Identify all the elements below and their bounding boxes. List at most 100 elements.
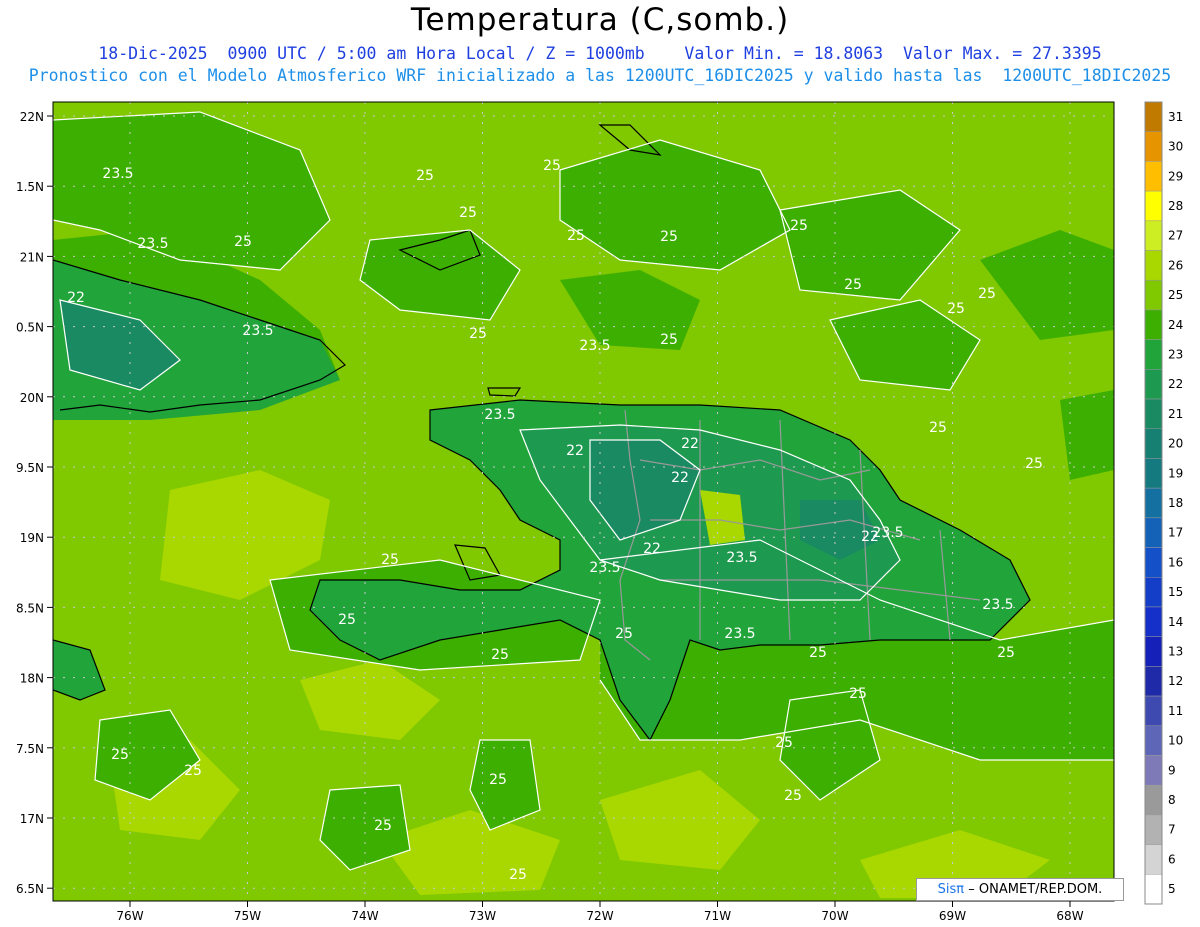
- contour-label: 25: [849, 686, 867, 702]
- colorbar-label: 5: [1168, 882, 1176, 896]
- colorbar-label: 7: [1168, 823, 1176, 837]
- contour-label: 25: [844, 277, 862, 293]
- colorbar-label: 11: [1168, 704, 1183, 718]
- colorbar-swatch: [1144, 695, 1163, 727]
- contour-label: 22: [67, 290, 85, 306]
- contour-label: 25: [416, 168, 434, 184]
- colorbar-label: 25: [1168, 288, 1183, 302]
- contour-label: 22: [566, 443, 584, 459]
- contour-label: 25: [997, 645, 1015, 661]
- contour-label: 22: [671, 470, 689, 486]
- colorbar-label: 20: [1168, 437, 1183, 451]
- credit-box: Sisπ – ONAMET/REP.DOM.: [916, 878, 1124, 901]
- colorbar-swatch: [1144, 369, 1163, 400]
- lon-label: 71W: [704, 909, 731, 923]
- contour-label: 23.5: [579, 338, 610, 354]
- contour-label: 22: [643, 541, 661, 557]
- contour-label: 25: [978, 286, 996, 302]
- contour-label: 25: [111, 747, 129, 763]
- credit-brand: Sisπ: [937, 882, 965, 897]
- lon-label: 74W: [351, 909, 378, 923]
- lat-label: 18N: [20, 672, 44, 686]
- colorbar-swatch: [1144, 725, 1163, 756]
- colorbar-swatch: [1144, 279, 1163, 311]
- contour-label: 25: [374, 818, 392, 834]
- lon-label: 76W: [116, 909, 143, 923]
- colorbar-label: 17: [1168, 526, 1183, 540]
- credit-text: – ONAMET/REP.DOM.: [968, 882, 1103, 897]
- lat-label: 21N: [20, 250, 44, 264]
- lon-label: 69W: [939, 909, 966, 923]
- contour-label: 25: [381, 552, 399, 568]
- colorbar-label: 19: [1168, 466, 1183, 480]
- colorbar-swatch: [1144, 874, 1163, 905]
- contour-label: 23.5: [726, 550, 757, 566]
- contour-label: 25: [489, 772, 507, 788]
- lon-label: 70W: [821, 909, 848, 923]
- colorbar-swatch: [1144, 814, 1163, 845]
- contour-label: 25: [775, 735, 793, 751]
- contour-label: 25: [567, 228, 585, 244]
- colorbar-label: 13: [1168, 645, 1183, 659]
- contour-label: 23.5: [242, 323, 273, 339]
- lon-label: 75W: [234, 909, 261, 923]
- contour-label: 25: [509, 867, 527, 883]
- colorbar-label: 10: [1168, 734, 1183, 748]
- colorbar-label: 24: [1168, 318, 1183, 332]
- colorbar-swatch: [1144, 101, 1163, 132]
- contour-label: 25: [543, 158, 561, 174]
- contour-label: 25: [491, 647, 509, 663]
- temperature-map: 23.5 25 23.5 25 25 25 25 25 25 22 23.5 25 23.5 25 25 25…: [16, 101, 1183, 923]
- colorbar-swatch: [1144, 666, 1163, 697]
- lon-label: 73W: [469, 909, 496, 923]
- lat-label: 8.5N: [16, 601, 44, 615]
- contour-label: 23.5: [484, 407, 515, 423]
- lat-label: 22N: [20, 110, 44, 124]
- colorbar-swatch: [1144, 636, 1163, 667]
- lat-label: 0.5N: [16, 321, 44, 335]
- lat-label: 17N: [20, 812, 44, 826]
- colorbar-swatch: [1144, 398, 1163, 429]
- colorbar-swatch: [1144, 755, 1163, 786]
- colorbar-label: 16: [1168, 555, 1183, 569]
- latitude-axis: 22N 1.5N 21N 0.5N 20N 9.5N 19N 8.5N 18N 7.5N 17N 6.…: [16, 110, 53, 896]
- colorbar-label: 26: [1168, 258, 1183, 272]
- colorbar: 31 30 29 28 27 26 25 24 23 22 21 20 19 18 17 16 15 14 13 12…: [1144, 101, 1183, 905]
- colorbar-label: 8: [1168, 793, 1176, 807]
- lat-label: 20N: [20, 391, 44, 405]
- lon-label: 72W: [586, 909, 613, 923]
- colorbar-swatch: [1144, 577, 1163, 608]
- lat-label: 19N: [20, 531, 44, 545]
- colorbar-swatch: [1144, 131, 1163, 162]
- colorbar-swatch: [1144, 517, 1163, 548]
- colorbar-label: 12: [1168, 674, 1183, 688]
- colorbar-label: 18: [1168, 496, 1183, 510]
- colorbar-swatch: [1144, 606, 1163, 637]
- contour-label: 25: [469, 326, 487, 342]
- contour-label: 25: [660, 332, 678, 348]
- contour-label: 23.5: [982, 597, 1013, 613]
- contour-label: 23.5: [589, 560, 620, 576]
- longitude-axis: 76W 75W 74W 73W 72W 71W 70W 69W 68W: [116, 901, 1084, 923]
- colorbar-label: 30: [1168, 140, 1183, 154]
- lat-label: 9.5N: [16, 461, 44, 475]
- contour-label: 25: [929, 420, 947, 436]
- lat-label: 1.5N: [16, 180, 44, 194]
- lon-label: 68W: [1056, 909, 1083, 923]
- colorbar-label: 14: [1168, 615, 1183, 629]
- colorbar-swatch: [1144, 784, 1163, 816]
- lat-label: 7.5N: [16, 742, 44, 756]
- lat-label: 6.5N: [16, 882, 44, 896]
- colorbar-swatch: [1144, 458, 1163, 489]
- colorbar-swatch: [1144, 309, 1163, 340]
- contour-label: 22: [681, 436, 699, 452]
- contour-label: 23.5: [137, 236, 168, 252]
- colorbar-swatch: [1144, 547, 1163, 578]
- map-plot-area: 23.5 25 23.5 25 25 25 25 25 25 22 23.5 25 23.5 25 25 25…: [53, 102, 1114, 901]
- colorbar-label: 23: [1168, 347, 1183, 361]
- contour-label: 25: [234, 234, 252, 250]
- colorbar-swatch: [1144, 250, 1163, 281]
- colorbar-swatch: [1144, 844, 1163, 875]
- colorbar-swatch: [1144, 190, 1163, 222]
- contour-label: 25: [809, 645, 827, 661]
